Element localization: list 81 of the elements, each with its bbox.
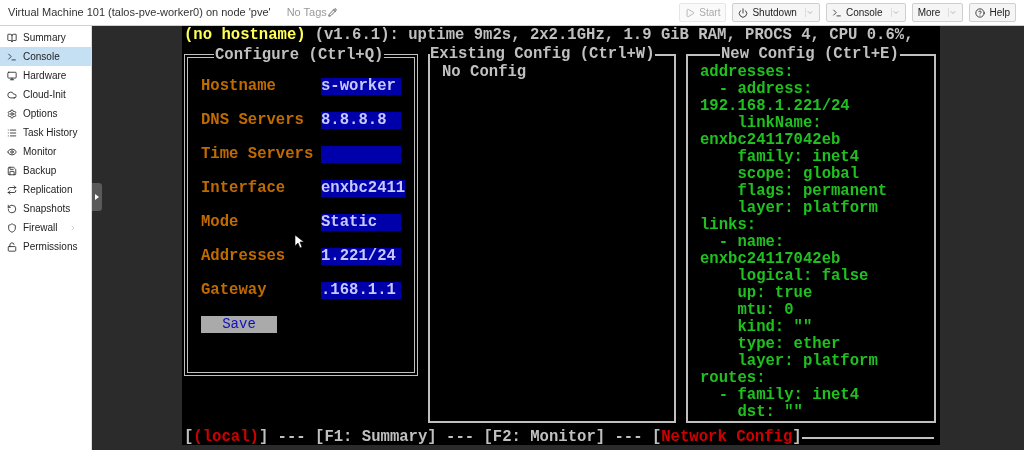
config-line: links: [700,217,757,234]
sidebar-item[interactable]: Task History [0,123,91,142]
field-label: Addresses [201,247,286,265]
config-line: enxbc24117042eb [700,132,841,149]
panel-title: Existing Config (Ctrl+W) [430,46,655,63]
console-button[interactable]: Console [825,3,906,22]
monitor-icon [7,70,17,81]
config-line: up: true [736,285,813,302]
list-icon [7,127,17,138]
sidebar-item[interactable]: Hardware [0,66,91,85]
repeat-icon [7,184,17,195]
sidebar-item[interactable]: Permissions [0,237,91,256]
help-icon [975,7,986,18]
config-line: scope: global [736,166,860,183]
play-icon [685,7,696,18]
more-button[interactable]: More [911,3,964,22]
power-icon [738,7,749,18]
text-field[interactable]: Static [321,214,401,231]
config-line: mtu: 0 [736,302,794,319]
save-button[interactable]: Save [201,316,277,333]
config-line: addresses: [700,64,794,81]
field-label: Mode [201,213,239,231]
terminal-icon [831,7,842,18]
cloud-icon [7,89,17,100]
sidebar-item[interactable]: Replication [0,180,91,199]
sidebar-item[interactable]: Console [0,47,91,66]
settings-icon [7,108,17,119]
empty-message: No Config [442,64,528,81]
field-label: Gateway [201,281,267,299]
status-text: (v1.6.1): uptime 9m2s, 2x2.1GHz, 1.9 GiB RAM, PROCS 4, CPU 0.6%, [314,27,914,44]
edit-icon[interactable] [327,8,337,17]
sidebar-item[interactable]: Options [0,104,91,123]
config-line: - name: [717,234,785,251]
sidebar-item[interactable]: Monitor [0,142,91,161]
text-field[interactable] [321,146,401,163]
floppy-icon [7,165,17,176]
shutdown-button[interactable]: Shutdown [732,3,820,22]
vm-title: Virtual Machine 101 (talos-pve-worker0) on node 'pve' [8,5,271,21]
eye-icon [7,146,17,157]
config-line: type: ether [736,336,841,353]
text-field[interactable]: s-worker [321,78,401,95]
field-label: Time Servers [201,145,314,163]
config-line: - family: inet4 [717,387,860,404]
collapse-handle[interactable] [92,183,102,211]
config-line: logical: false [736,268,869,285]
book-icon [7,32,17,43]
tags-label: No Tags [286,5,327,21]
config-line: linkName: [736,115,822,132]
sidebar-item[interactable]: Summary [0,28,91,47]
field-label: Hostname [201,77,276,95]
config-line: layer: platform [736,353,878,370]
text-field[interactable]: .168.1.1 [321,282,401,299]
field-label: Interface [201,179,286,197]
caret-icon [95,194,99,200]
sidebar-item[interactable]: Cloud-Init [0,85,91,104]
text-field[interactable]: 1.221/24 [321,248,401,265]
help-button[interactable]: Help [969,3,1016,22]
config-line: kind: "" [736,319,813,336]
panel-title: Configure (Ctrl+Q) [214,47,385,64]
text-field[interactable]: 8.8.8.8 [321,112,401,129]
sidebar-item[interactable]: Snapshots [0,199,91,218]
pointer-icon [295,235,304,248]
config-line: routes: [700,370,766,387]
footer-status: [(local)] --- [F1: Summary] --- [F2: Monitor] --- [Network Config] [184,429,802,446]
field-label: DNS Servers [201,111,304,129]
panel-title: New Config (Ctrl+E) [720,46,900,63]
shield-icon [7,222,17,233]
sidebar-item[interactable]: Firewall [0,218,91,237]
config-line: flags: permanent [736,183,888,200]
hostname-text: (no hostname) [184,27,306,44]
text-field[interactable]: enxbc2411 [321,180,406,197]
config-line: dst: "" [736,404,803,421]
config-line: layer: platform [736,200,878,217]
unlock-icon [7,241,17,252]
config-line: - address: [717,81,813,98]
sidebar-item[interactable]: Backup [0,161,91,180]
config-line: enxbc24117042eb [700,251,841,268]
config-line: 192.168.1.221/24 [700,98,850,115]
history-icon [7,203,17,214]
terminal-icon [7,51,17,62]
config-line: family: inet4 [736,149,860,166]
